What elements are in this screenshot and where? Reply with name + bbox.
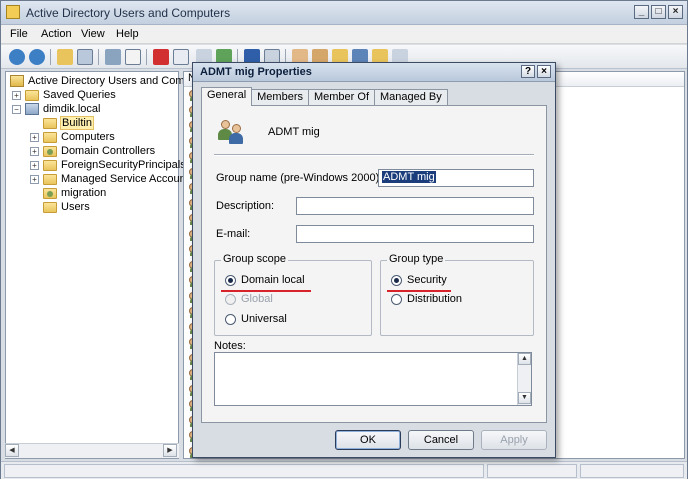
- group-type-title: Group type: [387, 253, 446, 265]
- back-arrow-icon[interactable]: [9, 49, 25, 65]
- radio-button[interactable]: [225, 313, 236, 325]
- scope-domain-local-radio[interactable]: Domain local: [225, 274, 305, 286]
- folder-icon: [43, 131, 57, 143]
- status-bar: [1, 461, 687, 479]
- status-cell: [4, 464, 484, 478]
- group-icon: [216, 118, 246, 144]
- expand-icon[interactable]: +: [30, 132, 39, 142]
- expand-icon[interactable]: +: [12, 90, 21, 100]
- radio-button[interactable]: [391, 274, 402, 286]
- menu-file[interactable]: File: [10, 28, 28, 40]
- notes-scrollbar[interactable]: ▲ ▼: [517, 353, 531, 405]
- scope-universal-radio[interactable]: Universal: [225, 313, 287, 325]
- collapse-icon[interactable]: −: [12, 104, 21, 114]
- tree-item-domain[interactable]: − dimdik.local: [12, 102, 100, 116]
- separator: [214, 154, 534, 156]
- cancel-button[interactable]: Cancel: [408, 430, 474, 450]
- domain-icon: [25, 103, 39, 115]
- delete-icon[interactable]: [153, 49, 169, 65]
- minimize-button[interactable]: _: [634, 5, 649, 19]
- radio-button[interactable]: [391, 293, 402, 305]
- tree-item-saved-queries[interactable]: + Saved Queries: [12, 88, 116, 102]
- tree-item-users[interactable]: Users: [43, 200, 90, 214]
- menu-help[interactable]: Help: [116, 28, 139, 40]
- tab-member-of[interactable]: Member Of: [307, 89, 375, 106]
- folder-icon: [43, 117, 57, 129]
- scroll-up-button[interactable]: ▲: [518, 353, 531, 365]
- up-folder-icon[interactable]: [57, 49, 73, 65]
- red-highlight-underline: [387, 290, 451, 292]
- ok-button[interactable]: OK: [335, 430, 401, 450]
- group-scope-title: Group scope: [221, 253, 288, 265]
- general-tab-panel: ADMT mig Group name (pre-Windows 2000): …: [201, 105, 547, 423]
- tree-item-root[interactable]: Active Directory Users and Comput: [10, 74, 200, 88]
- folder-icon: [25, 89, 39, 101]
- folder-icon: [43, 159, 57, 171]
- maximize-button[interactable]: □: [651, 5, 666, 19]
- radio-button[interactable]: [225, 274, 236, 286]
- status-cell: [580, 464, 684, 478]
- description-input[interactable]: [296, 197, 534, 215]
- status-cell: [487, 464, 577, 478]
- menubar: File Action View Help: [1, 25, 687, 44]
- tree-item-domain-controllers[interactable]: + Domain Controllers: [30, 144, 155, 158]
- scroll-left-button[interactable]: ◀: [5, 444, 19, 457]
- main-titlebar[interactable]: Active Directory Users and Computers _ □…: [1, 1, 687, 25]
- ou-folder-icon: [43, 145, 57, 157]
- scope-global-radio: Global: [225, 293, 273, 305]
- dialog-help-button[interactable]: ?: [521, 65, 535, 78]
- type-security-radio[interactable]: Security: [391, 274, 447, 286]
- group-type-box: Group type Security Distribution: [380, 253, 534, 336]
- tab-general[interactable]: General: [201, 87, 253, 106]
- ou-folder-icon: [43, 187, 57, 199]
- dialog-titlebar[interactable]: ADMT mig Properties ? ×: [193, 63, 555, 82]
- pre2000-name-input[interactable]: ADMT mig: [378, 169, 534, 187]
- forward-arrow-icon[interactable]: [29, 49, 45, 65]
- tree-item-builtin[interactable]: Builtin: [43, 116, 94, 130]
- email-label: E-mail:: [216, 228, 251, 240]
- expand-icon[interactable]: +: [30, 160, 39, 170]
- notes-label: Notes:: [214, 340, 246, 352]
- type-distribution-radio[interactable]: Distribution: [391, 293, 462, 305]
- notes-textarea[interactable]: ▲ ▼: [214, 352, 532, 406]
- pre2000-name-label: Group name (pre-Windows 2000):: [216, 172, 383, 184]
- tree-item-migration[interactable]: migration: [43, 186, 106, 200]
- folder-icon: [43, 173, 57, 185]
- close-button[interactable]: ×: [668, 5, 683, 19]
- apply-button: Apply: [481, 430, 547, 450]
- dialog-title: ADMT mig Properties: [200, 66, 312, 78]
- tab-strip: General Members Member Of Managed By: [201, 87, 448, 106]
- tree-item-managed-service-accounts[interactable]: + Managed Service Accounts: [30, 172, 194, 186]
- group-scope-box: Group scope Domain local Global Universa…: [214, 253, 372, 336]
- menu-action[interactable]: Action: [41, 28, 72, 40]
- email-input[interactable]: [296, 225, 534, 243]
- tab-members[interactable]: Members: [251, 89, 309, 106]
- tree-item-computers[interactable]: + Computers: [30, 130, 115, 144]
- tab-managed-by[interactable]: Managed By: [374, 89, 448, 106]
- tree-item-foreign-security-principals[interactable]: + ForeignSecurityPrincipals: [30, 158, 186, 172]
- radio-button: [225, 293, 236, 305]
- app-icon: [6, 5, 20, 19]
- menu-view[interactable]: View: [81, 28, 105, 40]
- red-highlight-underline: [221, 290, 311, 292]
- dialog-close-button[interactable]: ×: [537, 65, 551, 78]
- group-name-heading: ADMT mig: [268, 126, 320, 138]
- scroll-right-button[interactable]: ▶: [163, 444, 177, 457]
- window-title: Active Directory Users and Computers: [26, 6, 231, 20]
- console-tree[interactable]: Active Directory Users and Comput + Save…: [5, 71, 200, 459]
- properties-dialog: ADMT mig Properties ? × General Members …: [192, 62, 556, 458]
- tree-horizontal-scrollbar[interactable]: ◀ ▶: [5, 443, 179, 458]
- scroll-down-button[interactable]: ▼: [518, 392, 531, 404]
- expand-icon[interactable]: +: [30, 146, 39, 156]
- cut-icon[interactable]: [105, 49, 121, 65]
- console-tree-icon[interactable]: [77, 49, 93, 65]
- expand-icon[interactable]: +: [30, 174, 39, 184]
- properties-icon[interactable]: [173, 49, 189, 65]
- description-label: Description:: [216, 200, 275, 212]
- snapin-icon: [10, 75, 24, 87]
- copy-icon[interactable]: [125, 49, 141, 65]
- folder-icon: [43, 201, 57, 213]
